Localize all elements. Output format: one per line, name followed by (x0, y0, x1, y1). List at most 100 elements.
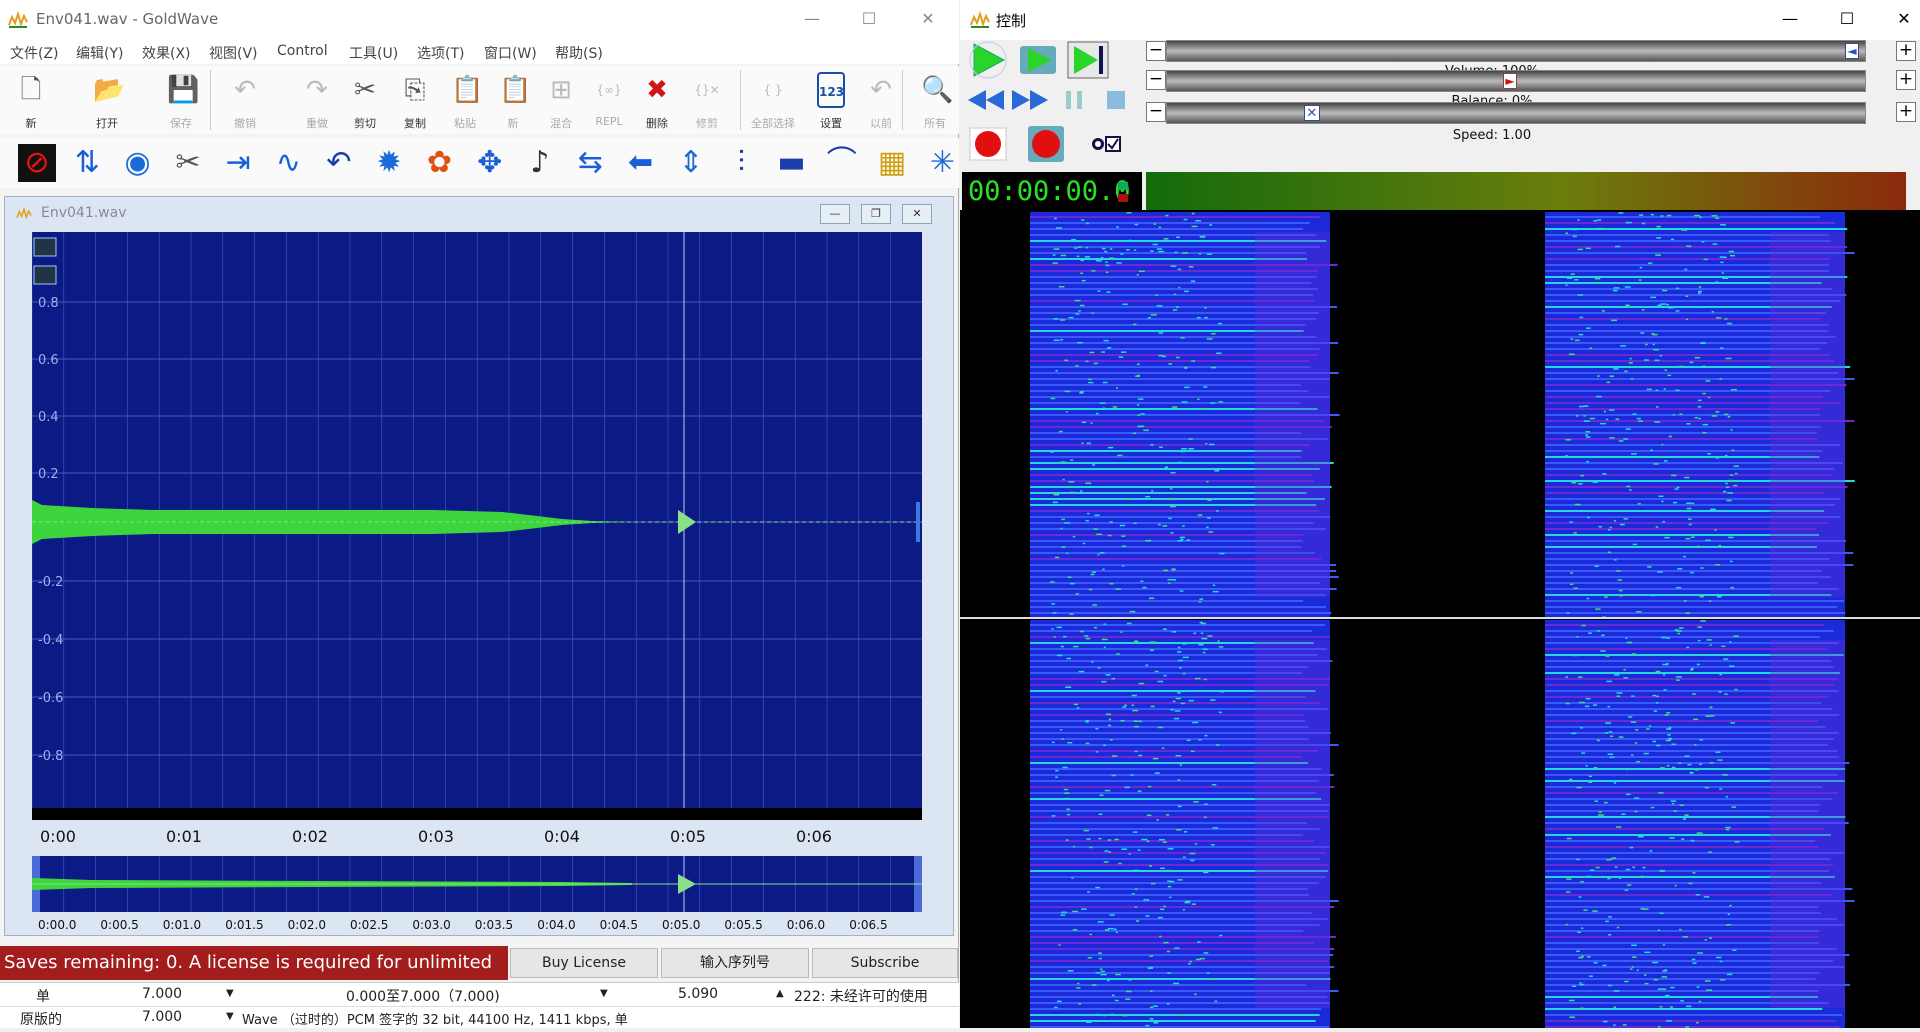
menu-item[interactable]: 编辑(Y) (76, 43, 123, 63)
subscribe-button[interactable]: Subscribe (812, 948, 958, 978)
toolbar-button[interactable]: 📋 粘贴 (442, 68, 488, 132)
toolbar-button[interactable]: {}✕ 修剪 (684, 68, 730, 132)
fast-forward-icon[interactable] (1008, 80, 1052, 120)
toolbar-button[interactable]: { } 全部选择 (750, 68, 796, 132)
menu-item[interactable]: 选项(T) (417, 43, 464, 63)
balance-plus-button[interactable]: + (1896, 70, 1916, 90)
volume-thumb[interactable]: ◄ (1845, 43, 1859, 59)
waveform-view[interactable]: 0.80.60.40.20.0-0.2-0.4-0.6-0.8 (32, 232, 922, 808)
toolbar-button[interactable]: ↶ 以前 (858, 68, 904, 132)
bubble-icon[interactable]: ◉ (119, 144, 157, 182)
toolbar-button[interactable]: ✂ 剪切 (342, 68, 388, 132)
arch-icon[interactable]: ⌒ (823, 144, 861, 182)
spectrogram-speck (1188, 699, 1194, 702)
enter-serial-button[interactable]: 输入序列号 (661, 948, 809, 978)
toolbar-button[interactable]: 📋 新 (490, 68, 536, 132)
ctrl-minimize-button[interactable]: — (1770, 4, 1810, 34)
spectrogram-speck (1719, 378, 1722, 380)
minimize-button[interactable]: — (792, 4, 832, 34)
split-icon[interactable]: ✂ (169, 144, 207, 182)
balance-slider[interactable]: ► (1166, 70, 1866, 92)
spectrogram-speck (1618, 589, 1623, 592)
toolbar-button[interactable]: {∞} REPL (586, 68, 632, 132)
volume-slider[interactable]: ◄ (1166, 40, 1866, 62)
toolbar-button[interactable]: ↷ 重做 (294, 68, 340, 132)
toolbar-button[interactable]: 🔍 所有 (912, 68, 958, 132)
wave-icon[interactable]: ∿ (270, 144, 308, 182)
toolbar-button[interactable]: 📂 打开 (84, 68, 130, 132)
expand-icon[interactable]: ✥ (471, 144, 509, 182)
ctrl-maximize-button[interactable]: ☐ (1827, 4, 1867, 34)
record-icon[interactable] (966, 124, 1010, 164)
toolbar-button[interactable]: 💾 保存 (158, 68, 204, 132)
overview-graph[interactable] (32, 856, 922, 912)
rewind-icon[interactable] (964, 80, 1008, 120)
balance-thumb[interactable]: ► (1503, 73, 1517, 89)
flower-icon[interactable]: ✿ (420, 144, 458, 182)
graph-icon[interactable]: ♪ (521, 144, 559, 182)
spectrogram-speck (1653, 463, 1659, 465)
sub-restore-button[interactable]: ❐ (861, 204, 891, 224)
gear-blue-icon[interactable]: ✹ (370, 144, 408, 182)
spectrogram-speck (1617, 579, 1623, 581)
play-icon[interactable] (966, 40, 1010, 80)
left-arrow-icon[interactable]: ⬅ (622, 144, 660, 182)
y-axis-label: -0.8 (38, 749, 63, 764)
sub-close-button[interactable]: ✕ (902, 204, 932, 224)
toolbar-button[interactable]: ⊞ 混合 (538, 68, 584, 132)
toolbar-button[interactable]: 🗋 新 (8, 68, 54, 132)
spectrogram-speck (1121, 545, 1127, 548)
spectrogram-speck (1161, 747, 1165, 749)
speed-slider[interactable]: ✕ (1166, 102, 1866, 124)
sub-minimize-button[interactable]: — (820, 204, 850, 224)
position-dropdown-icon[interactable]: ▲ (776, 988, 784, 999)
spectrogram-speck (1212, 584, 1216, 586)
speed-plus-button[interactable]: + (1896, 102, 1916, 122)
menu-item[interactable]: 帮助(S) (555, 43, 603, 63)
overview-view[interactable] (32, 856, 922, 912)
bars-icon[interactable]: ▬ (773, 144, 811, 182)
toolbar-button[interactable]: ✖ 删除 (634, 68, 680, 132)
toolbar-button[interactable]: ⎘ 复制 (392, 68, 438, 132)
spectrogram-speck (1177, 659, 1184, 662)
selection-dropdown-icon[interactable]: ▼ (600, 988, 608, 999)
pause-icon[interactable] (1052, 80, 1096, 120)
toolbar-button[interactable]: ↶ 撤销 (222, 68, 268, 132)
menu-item[interactable]: 窗口(W) (484, 43, 537, 63)
spectrogram-speck (1565, 284, 1568, 287)
stop-icon[interactable] (1094, 80, 1138, 120)
menu-item[interactable]: 视图(V) (209, 43, 258, 63)
menu-item[interactable]: 文件(Z) (10, 43, 59, 63)
spectrum-icon[interactable]: ▦ (873, 144, 911, 182)
record-mode-icon[interactable] (1086, 124, 1130, 164)
volume-plus-button[interactable]: + (1896, 41, 1916, 61)
spark-icon[interactable]: ✳ (923, 144, 961, 182)
volume-minus-button[interactable]: − (1146, 41, 1166, 61)
record-selection-icon[interactable] (1024, 124, 1068, 164)
play-selection-icon[interactable] (1016, 40, 1060, 80)
buy-license-button[interactable]: Buy License (510, 948, 658, 978)
doppler-icon[interactable]: ⇆ (571, 144, 609, 182)
fade-in-icon[interactable]: ⇥ (219, 144, 257, 182)
menu-item[interactable]: 工具(U) (349, 43, 398, 63)
menu-item[interactable]: Control (277, 43, 328, 59)
timeline-strip[interactable] (32, 808, 922, 820)
close-button[interactable]: ✕ (908, 4, 948, 34)
ctrl-close-button[interactable]: ✕ (1884, 4, 1920, 34)
mute-icon[interactable]: ⊘ (18, 144, 56, 182)
speed-thumb[interactable]: ✕ (1303, 105, 1320, 121)
original-dropdown-icon[interactable]: ▼ (226, 1011, 234, 1022)
maximize-button[interactable]: ☐ (849, 4, 889, 34)
toolbar-button[interactable]: 123 设置 (808, 68, 854, 132)
equalizer-icon[interactable]: ⫶ (722, 144, 760, 182)
balance-minus-button[interactable]: − (1146, 70, 1166, 90)
waveform-graph[interactable]: 0.80.60.40.20.0-0.2-0.4-0.6-0.8 (32, 232, 922, 808)
spectrogram-speck (1682, 936, 1689, 938)
length-dropdown-icon[interactable]: ▼ (226, 988, 234, 999)
play-to-end-icon[interactable] (1066, 40, 1110, 80)
menu-item[interactable]: 效果(X) (142, 43, 191, 63)
compress-icon[interactable]: ⇕ (672, 144, 710, 182)
reverse-icon[interactable]: ↶ (320, 144, 358, 182)
speed-minus-button[interactable]: − (1146, 102, 1166, 122)
volume-change-icon[interactable]: ⇅ (68, 144, 106, 182)
